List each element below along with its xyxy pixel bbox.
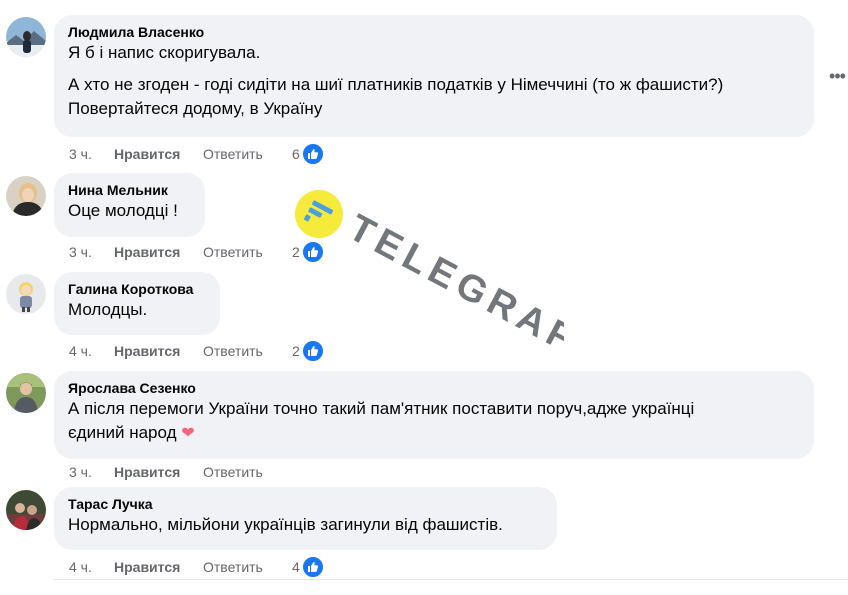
reply-button[interactable]: Ответить xyxy=(203,343,292,359)
reaction-count[interactable]: 6 xyxy=(292,143,324,165)
avatar[interactable] xyxy=(6,490,46,530)
comment-bubble: Галина Короткова Молодцы. xyxy=(54,272,220,335)
comment-text-last: єдиний народ ❤ xyxy=(68,421,800,446)
like-button[interactable]: Нравится xyxy=(114,244,203,260)
comment-bubble: Тарас Лучка Нормально, мільйони українці… xyxy=(54,487,557,550)
thumbs-up-icon xyxy=(301,340,324,362)
reply-button[interactable]: Ответить xyxy=(203,559,292,575)
reaction-count-value: 2 xyxy=(292,343,300,359)
comment-timestamp[interactable]: 3 ч. xyxy=(69,464,114,480)
comment-author[interactable]: Нина Мельник xyxy=(68,181,191,199)
reply-button[interactable]: Ответить xyxy=(203,146,292,162)
comment-timestamp[interactable]: 3 ч. xyxy=(69,146,114,162)
heart-emoji-icon: ❤ xyxy=(181,425,195,442)
reply-button[interactable]: Ответить xyxy=(203,464,292,480)
avatar[interactable] xyxy=(6,274,46,314)
comment-text: Оце молодці ! xyxy=(68,201,178,220)
comment-timestamp[interactable]: 4 ч. xyxy=(69,343,114,359)
comment-text: А після перемоги України точно такий пам… xyxy=(68,399,695,418)
comment-bubble: Ярослава Сезенко А після перемоги Україн… xyxy=(54,371,814,459)
comment-actions: 3 ч. Нравится Ответить 6 xyxy=(69,142,324,166)
thumbs-up-icon xyxy=(301,556,324,578)
comment-text: Нормально, мільйони українців загинули в… xyxy=(68,515,503,534)
telegraf-watermark: TELEGRAF xyxy=(295,190,564,356)
thumbs-up-icon xyxy=(301,241,324,263)
telegraf-logo-mark-icon xyxy=(304,200,334,222)
comment-text: Молодцы. xyxy=(68,300,148,319)
comment-bubble: Нина Мельник Оце молодці ! xyxy=(54,173,205,237)
comment-actions: 3 ч. Нравится Ответить xyxy=(69,460,292,484)
comment-author[interactable]: Ярослава Сезенко xyxy=(68,379,800,397)
comment-author[interactable]: Тарас Лучка xyxy=(68,495,543,513)
more-options-icon[interactable]: ••• xyxy=(826,66,848,88)
avatar[interactable] xyxy=(6,17,46,57)
comment-author[interactable]: Людмила Власенко xyxy=(68,23,800,41)
divider xyxy=(54,579,848,580)
comment-text: А хто не згоден - годі сидіти на шиї пла… xyxy=(68,75,724,94)
reply-button[interactable]: Ответить xyxy=(203,244,292,260)
comment-actions: 4 ч. Нравится Ответить 4 xyxy=(69,555,324,579)
telegraf-logo-icon xyxy=(295,190,343,238)
reaction-count[interactable]: 4 xyxy=(292,556,324,578)
avatar[interactable] xyxy=(6,373,46,413)
reaction-count-value: 6 xyxy=(292,146,300,162)
comment-actions: 3 ч. Нравится Ответить 2 xyxy=(69,240,324,264)
comment-text: єдиний народ xyxy=(68,423,177,442)
reaction-count-value: 2 xyxy=(292,244,300,260)
reaction-count-value: 4 xyxy=(292,559,300,575)
like-button[interactable]: Нравится xyxy=(114,146,203,162)
thumbs-up-icon xyxy=(301,143,324,165)
comment-timestamp[interactable]: 4 ч. xyxy=(69,559,114,575)
reaction-count[interactable]: 2 xyxy=(292,241,324,263)
comment-bubble: Людмила Власенко Я б і напис скоригувала… xyxy=(54,15,814,137)
comment-text: Повертайтеся додому, в Україну xyxy=(68,99,323,118)
comment-timestamp[interactable]: 3 ч. xyxy=(69,244,114,260)
like-button[interactable]: Нравится xyxy=(114,464,203,480)
like-button[interactable]: Нравится xyxy=(114,559,203,575)
comment-author[interactable]: Галина Короткова xyxy=(68,280,206,298)
avatar[interactable] xyxy=(6,176,46,216)
comment-text: Я б і напис скоригувала. xyxy=(68,43,261,62)
watermark-text: TELEGRAF xyxy=(342,207,564,356)
like-button[interactable]: Нравится xyxy=(114,343,203,359)
comment-actions: 4 ч. Нравится Ответить 2 xyxy=(69,339,324,363)
reaction-count[interactable]: 2 xyxy=(292,340,324,362)
